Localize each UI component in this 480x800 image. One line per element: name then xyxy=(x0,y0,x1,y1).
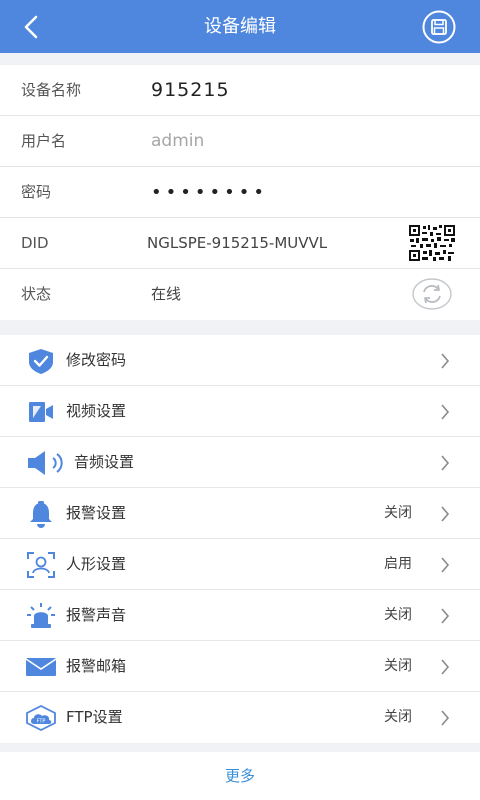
mail-icon xyxy=(25,658,57,676)
qr-code-icon[interactable] xyxy=(408,224,456,262)
menu-item-change-password[interactable]: 修改密码 xyxy=(0,335,480,386)
shield-check-icon xyxy=(29,349,53,374)
device-name-row[interactable]: 设备名称 915215 xyxy=(0,65,480,116)
save-button[interactable] xyxy=(422,10,456,44)
menu-item-alarm-settings[interactable]: 报警设置 关闭 xyxy=(0,488,480,539)
password-row[interactable]: 密码 •••••••• xyxy=(0,167,480,218)
device-name-value[interactable]: 915215 xyxy=(151,65,230,116)
menu-item-label: 报警设置 xyxy=(66,504,127,522)
menu-item-label: 人形设置 xyxy=(66,555,127,573)
did-row: DID NGLSPE-915215-MUVVL xyxy=(0,218,480,269)
menu-item-label: 音频设置 xyxy=(74,453,135,471)
device-name-label: 设备名称 xyxy=(21,81,82,99)
chevron-right-icon xyxy=(441,506,450,522)
menu-item-status: 关闭 xyxy=(384,658,412,674)
chevron-right-icon xyxy=(441,557,450,573)
more-button[interactable]: 更多 xyxy=(0,752,480,800)
refresh-icon[interactable] xyxy=(412,278,452,310)
username-value[interactable]: admin xyxy=(151,116,204,167)
menu-item-status: 关闭 xyxy=(384,607,412,623)
save-icon xyxy=(422,10,456,44)
did-label: DID xyxy=(21,234,49,252)
speaker-icon xyxy=(28,451,63,475)
title-bar: 设备编辑 xyxy=(0,0,480,53)
menu-item-status: 关闭 xyxy=(384,505,412,521)
status-label: 状态 xyxy=(21,285,52,303)
menu-item-label: 报警声音 xyxy=(66,606,127,624)
menu-item-video-settings[interactable]: 视频设置 xyxy=(0,386,480,437)
person-frame-icon xyxy=(27,552,55,578)
page-title: 设备编辑 xyxy=(204,16,276,37)
menu-item-human-detection[interactable]: 人形设置 启用 xyxy=(0,539,480,590)
settings-menu: 修改密码 视频设置 音频设置 报警设置 关闭 人形设置 启用 报警声音 关闭 报… xyxy=(0,335,480,743)
chevron-right-icon xyxy=(441,608,450,624)
username-row[interactable]: 用户名 admin xyxy=(0,116,480,167)
did-value: NGLSPE-915215-MUVVL xyxy=(147,234,328,252)
device-info: 设备名称 915215 用户名 admin 密码 •••••••• DID NG… xyxy=(0,65,480,320)
menu-item-label: 视频设置 xyxy=(66,402,127,420)
status-row: 状态 在线 xyxy=(0,269,480,320)
menu-item-ftp-settings[interactable]: FTP FTP设置 关闭 xyxy=(0,692,480,743)
ftp-cloud-icon: FTP xyxy=(26,705,56,731)
menu-item-alarm-sound[interactable]: 报警声音 关闭 xyxy=(0,590,480,641)
menu-item-label: 报警邮箱 xyxy=(66,657,127,675)
chevron-right-icon xyxy=(441,404,450,420)
menu-item-audio-settings[interactable]: 音频设置 xyxy=(0,437,480,488)
menu-item-status: 启用 xyxy=(384,556,412,572)
menu-item-status: 关闭 xyxy=(384,709,412,725)
menu-item-label: 修改密码 xyxy=(66,351,127,369)
username-label: 用户名 xyxy=(21,132,67,150)
status-value: 在线 xyxy=(151,285,182,303)
alarm-light-icon xyxy=(27,603,55,628)
chevron-right-icon xyxy=(441,710,450,726)
svg-text:FTP: FTP xyxy=(37,719,46,725)
bell-icon xyxy=(30,501,52,528)
menu-item-alarm-email[interactable]: 报警邮箱 关闭 xyxy=(0,641,480,692)
chevron-right-icon xyxy=(441,455,450,471)
password-value[interactable]: •••••••• xyxy=(151,167,268,218)
chevron-right-icon xyxy=(441,659,450,675)
video-icon xyxy=(29,402,53,422)
password-label: 密码 xyxy=(21,183,52,201)
menu-item-label: FTP设置 xyxy=(66,708,123,726)
chevron-right-icon xyxy=(441,353,450,369)
